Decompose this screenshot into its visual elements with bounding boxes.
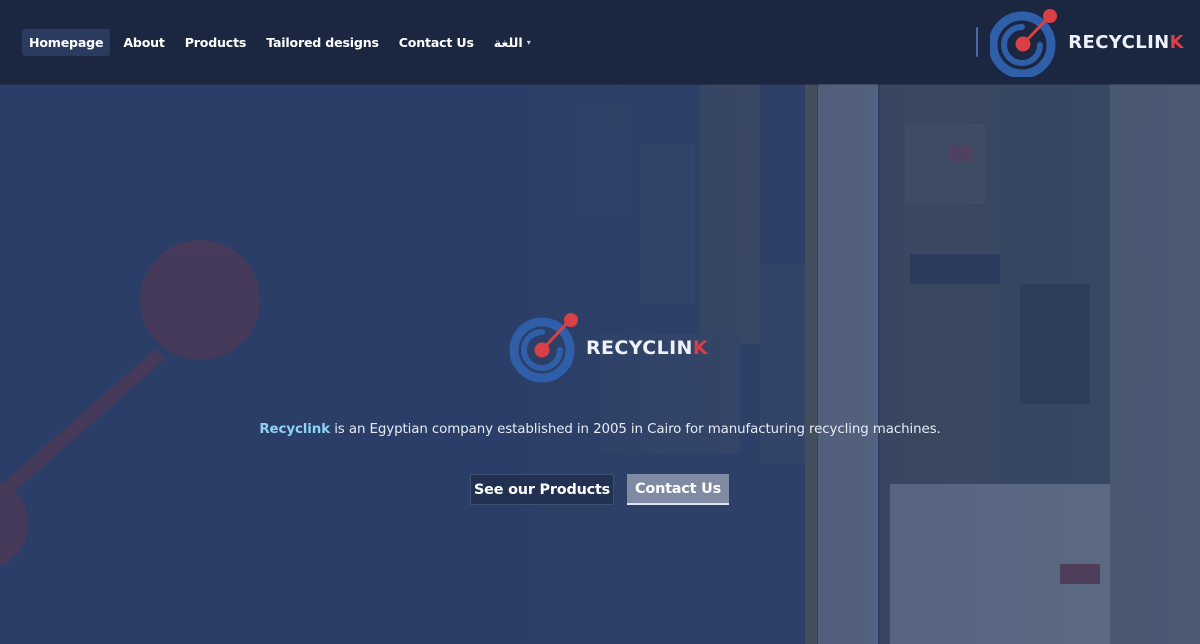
- language-dropdown[interactable]: اللغة ▾: [487, 29, 538, 56]
- header-logo-wordmark: RECYCLINK: [1068, 31, 1184, 53]
- tagline-text: is an Egyptian company established in 20…: [330, 422, 941, 437]
- nav-homepage[interactable]: Homepage: [22, 29, 111, 56]
- nav-contact-us[interactable]: Contact Us: [392, 29, 481, 56]
- nav-about[interactable]: About: [116, 29, 171, 56]
- recyclink-logo-icon: [990, 9, 1058, 77]
- nav-tailored-designs[interactable]: Tailored designs: [259, 29, 386, 56]
- nav-products[interactable]: Products: [178, 29, 253, 56]
- see-products-button[interactable]: See our Products: [470, 474, 614, 505]
- language-label: اللغة: [493, 35, 523, 50]
- main-nav: Homepage About Products Tailored designs…: [22, 29, 544, 56]
- hero-section: RECYCLINK Recyclink is an Egyptian compa…: [0, 84, 1200, 644]
- hero-logo: RECYCLINK: [508, 312, 708, 384]
- hero-tagline: Recyclink is an Egyptian company establi…: [0, 422, 1200, 437]
- header-logo[interactable]: RECYCLINK: [976, 6, 1184, 78]
- logo-divider: [976, 27, 979, 57]
- brand-link[interactable]: Recyclink: [259, 422, 330, 437]
- hero-logo-wordmark: RECYCLINK: [586, 337, 708, 359]
- chevron-down-icon: ▾: [526, 38, 531, 47]
- site-header: Homepage About Products Tailored designs…: [0, 0, 1200, 84]
- recyclink-logo-icon: [509, 313, 578, 383]
- contact-us-button[interactable]: Contact Us: [627, 474, 729, 505]
- hero-content: RECYCLINK Recyclink is an Egyptian compa…: [0, 84, 1200, 644]
